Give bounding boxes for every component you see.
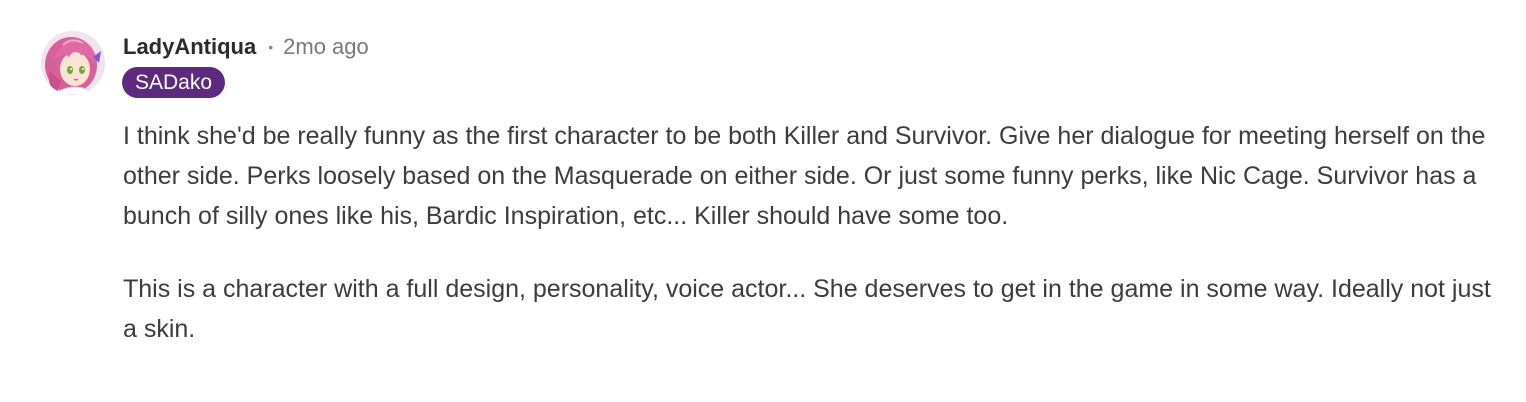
- timestamp[interactable]: 2mo ago: [283, 34, 369, 60]
- user-flair-badge: SADako: [122, 67, 226, 98]
- comment-header: LadyAntiqua • 2mo ago: [123, 33, 369, 61]
- comment: LadyAntiqua • 2mo ago SADako I think she…: [0, 0, 1526, 402]
- separator-dot: •: [268, 39, 274, 55]
- anime-character-avatar-icon: [41, 31, 105, 95]
- comment-paragraph: I think she'd be really funny as the fir…: [123, 122, 1486, 230]
- username-link[interactable]: LadyAntiqua: [123, 34, 256, 60]
- comment-paragraph: This is a character with a full design, …: [123, 275, 1491, 343]
- comment-body: I think she'd be really funny as the fir…: [123, 116, 1493, 349]
- user-avatar[interactable]: [41, 31, 105, 95]
